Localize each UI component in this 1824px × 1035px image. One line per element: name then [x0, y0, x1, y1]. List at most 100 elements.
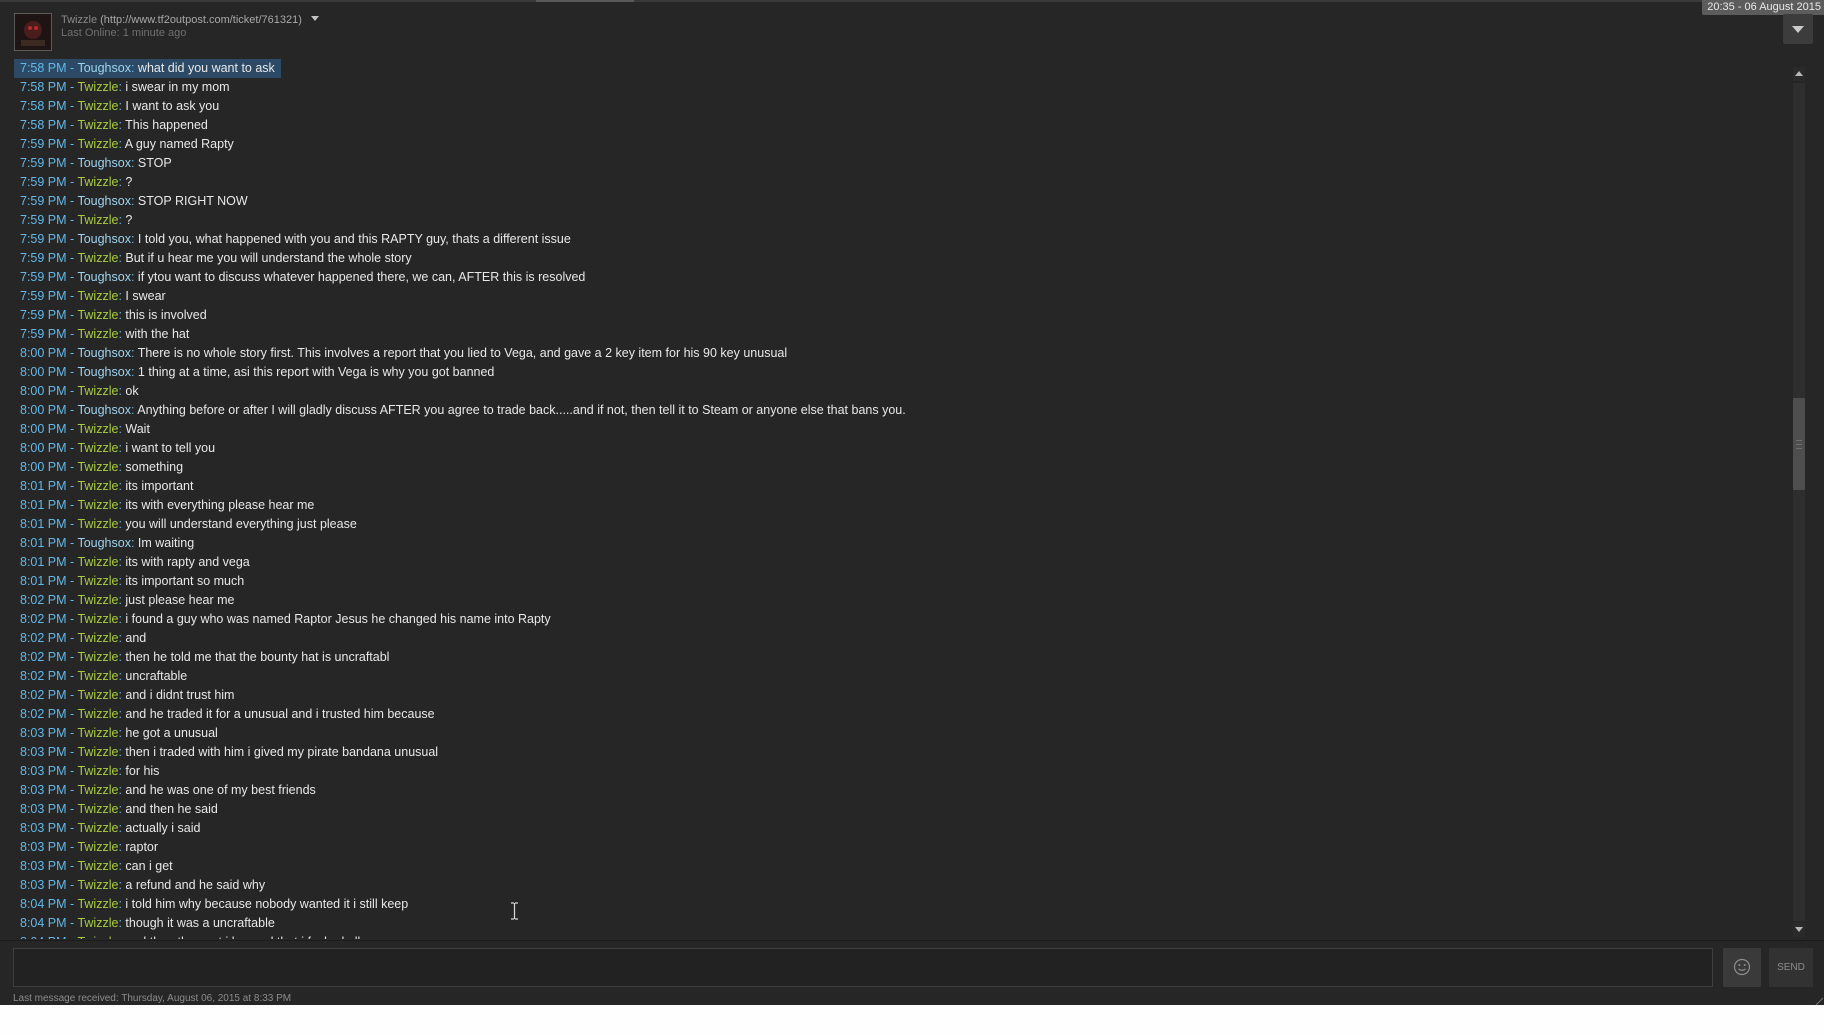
- chat-message[interactable]: 8:03 PM - Twizzle: he got a unusual: [14, 724, 1784, 743]
- message-text: something: [125, 460, 184, 474]
- message-sender: Twizzle: [77, 935, 118, 939]
- message-time: 8:03 PM: [20, 840, 67, 854]
- message-input[interactable]: [13, 948, 1713, 987]
- message-colon: :: [130, 194, 138, 208]
- chat-message[interactable]: 7:59 PM - Twizzle: this is involved: [14, 306, 1784, 325]
- chat-message[interactable]: 7:59 PM - Toughsox: STOP RIGHT NOW: [14, 192, 1784, 211]
- chat-message[interactable]: 8:03 PM - Twizzle: a refund and he said …: [14, 876, 1784, 895]
- message-separator: -: [66, 631, 78, 645]
- message-time: 7:58 PM: [20, 80, 67, 94]
- friend-name[interactable]: Twizzle (http://www.tf2outpost.com/ticke…: [61, 14, 319, 27]
- message-sender: Toughsox: [77, 536, 131, 550]
- scroll-down-button[interactable]: [1793, 923, 1805, 937]
- message-time: 7:59 PM: [20, 175, 67, 189]
- message-separator: -: [66, 859, 78, 873]
- chat-message[interactable]: 8:00 PM - Toughsox: There is no whole st…: [14, 344, 1784, 363]
- message-time: 8:02 PM: [20, 631, 67, 645]
- message-time: 8:00 PM: [20, 365, 67, 379]
- chat-message[interactable]: 8:03 PM - Twizzle: actually i said: [14, 819, 1784, 838]
- chat-message[interactable]: 7:59 PM - Twizzle: A guy named Rapty: [14, 135, 1784, 154]
- chat-message[interactable]: 7:58 PM - Toughsox: what did you want to…: [14, 59, 281, 78]
- chat-message[interactable]: 8:00 PM - Twizzle: Wait: [14, 420, 1784, 439]
- send-button[interactable]: SEND: [1769, 948, 1813, 987]
- drag-handle[interactable]: [536, 0, 634, 2]
- scroll-up-button[interactable]: [1793, 67, 1805, 81]
- chat-message[interactable]: 8:01 PM - Twizzle: its with rapty and ve…: [14, 553, 1784, 572]
- chat-message[interactable]: 8:02 PM - Twizzle: and: [14, 629, 1784, 648]
- message-time: 8:00 PM: [20, 346, 67, 360]
- chat-message[interactable]: 8:00 PM - Twizzle: something: [14, 458, 1784, 477]
- chat-message[interactable]: 8:00 PM - Twizzle: i want to tell you: [14, 439, 1784, 458]
- chat-message[interactable]: 8:02 PM - Twizzle: and i didnt trust him: [14, 686, 1784, 705]
- chat-message[interactable]: 8:03 PM - Twizzle: and then he said: [14, 800, 1784, 819]
- message-separator: -: [66, 441, 78, 455]
- chat-message[interactable]: 8:03 PM - Twizzle: then i traded with hi…: [14, 743, 1784, 762]
- chat-message[interactable]: 8:01 PM - Twizzle: its important so much: [14, 572, 1784, 591]
- scroll-track[interactable]: [1793, 83, 1805, 921]
- chat-message[interactable]: 7:58 PM - Twizzle: This happened: [14, 116, 1784, 135]
- message-separator: -: [66, 574, 78, 588]
- chat-log[interactable]: 7:58 PM - Toughsox: what did you want to…: [14, 59, 1784, 939]
- chat-message[interactable]: 7:59 PM - Twizzle: I swear: [14, 287, 1784, 306]
- message-text: and he was one of my best friends: [125, 783, 316, 797]
- chat-message[interactable]: 8:04 PM - Twizzle: and then the next i l…: [14, 933, 1784, 939]
- chat-scrollbar[interactable]: [1793, 67, 1805, 937]
- chat-message[interactable]: 7:59 PM - Toughsox: STOP: [14, 154, 1784, 173]
- chat-message[interactable]: 8:03 PM - Twizzle: raptor: [14, 838, 1784, 857]
- chat-message[interactable]: 8:04 PM - Twizzle: though it was a uncra…: [14, 914, 1784, 933]
- divider: [0, 940, 1824, 941]
- chat-message[interactable]: 7:59 PM - Toughsox: I told you, what hap…: [14, 230, 1784, 249]
- message-time: 7:59 PM: [20, 308, 67, 322]
- chat-menu-button[interactable]: [1783, 14, 1813, 44]
- emoticon-button[interactable]: [1723, 948, 1761, 987]
- message-separator: -: [66, 688, 78, 702]
- message-text: just please hear me: [125, 593, 235, 607]
- message-sender: Twizzle: [77, 251, 119, 265]
- resize-grip-icon[interactable]: [1815, 997, 1823, 1005]
- message-separator: -: [66, 745, 78, 759]
- message-time: 8:00 PM: [20, 422, 67, 436]
- avatar[interactable]: [14, 13, 52, 51]
- chat-message[interactable]: 8:02 PM - Twizzle: i found a guy who was…: [14, 610, 1784, 629]
- message-text: i swear in my mom: [125, 80, 230, 94]
- chat-message[interactable]: 7:59 PM - Twizzle: ?: [14, 173, 1784, 192]
- message-text: STOP RIGHT NOW: [137, 194, 248, 208]
- chat-message[interactable]: 8:04 PM - Twizzle: i told him why becaus…: [14, 895, 1784, 914]
- chat-message[interactable]: 8:00 PM - Toughsox: 1 thing at a time, a…: [14, 363, 1784, 382]
- chat-message[interactable]: 8:00 PM - Twizzle: ok: [14, 382, 1784, 401]
- message-separator: -: [66, 669, 78, 683]
- chat-message[interactable]: 8:02 PM - Twizzle: then he told me that …: [14, 648, 1784, 667]
- chat-message[interactable]: 7:58 PM - Twizzle: i swear in my mom: [14, 78, 1784, 97]
- chat-message[interactable]: 8:00 PM - Toughsox: Anything before or a…: [14, 401, 1784, 420]
- chat-message[interactable]: 8:01 PM - Twizzle: its important: [14, 477, 1784, 496]
- chevron-down-icon[interactable]: [310, 16, 319, 21]
- message-separator: -: [66, 878, 78, 892]
- chat-message[interactable]: 8:01 PM - Twizzle: its with everything p…: [14, 496, 1784, 515]
- message-text: its important so much: [125, 574, 245, 588]
- message-time: 8:00 PM: [20, 384, 67, 398]
- message-time: 8:03 PM: [20, 783, 67, 797]
- message-time: 8:01 PM: [20, 479, 67, 493]
- chat-message[interactable]: 7:59 PM - Twizzle: ?: [14, 211, 1784, 230]
- chat-message[interactable]: 7:59 PM - Twizzle: But if u hear me you …: [14, 249, 1784, 268]
- chat-message[interactable]: 7:59 PM - Toughsox: if ytou want to disc…: [14, 268, 1784, 287]
- chat-message[interactable]: 8:02 PM - Twizzle: and he traded it for …: [14, 705, 1784, 724]
- message-time: 8:03 PM: [20, 859, 67, 873]
- chat-message[interactable]: 7:59 PM - Twizzle: with the hat: [14, 325, 1784, 344]
- chat-message[interactable]: 8:01 PM - Toughsox: Im waiting: [14, 534, 1784, 553]
- message-text: I want to ask you: [125, 99, 220, 113]
- message-text: what did you want to ask: [137, 61, 275, 75]
- chat-message[interactable]: 8:02 PM - Twizzle: uncraftable: [14, 667, 1784, 686]
- chat-message[interactable]: 8:02 PM - Twizzle: just please hear me: [14, 591, 1784, 610]
- message-sender: Twizzle: [77, 631, 119, 645]
- message-separator: -: [66, 194, 78, 208]
- chat-message[interactable]: 7:58 PM - Twizzle: I want to ask you: [14, 97, 1784, 116]
- scroll-thumb[interactable]: [1793, 398, 1805, 490]
- chat-message[interactable]: 8:03 PM - Twizzle: and he was one of my …: [14, 781, 1784, 800]
- message-text: i found a guy who was named Raptor Jesus…: [125, 612, 551, 626]
- message-sender: Twizzle: [77, 517, 119, 531]
- chat-message[interactable]: 8:03 PM - Twizzle: for his: [14, 762, 1784, 781]
- message-sender: Twizzle: [77, 384, 119, 398]
- chat-message[interactable]: 8:01 PM - Twizzle: you will understand e…: [14, 515, 1784, 534]
- chat-message[interactable]: 8:03 PM - Twizzle: can i get: [14, 857, 1784, 876]
